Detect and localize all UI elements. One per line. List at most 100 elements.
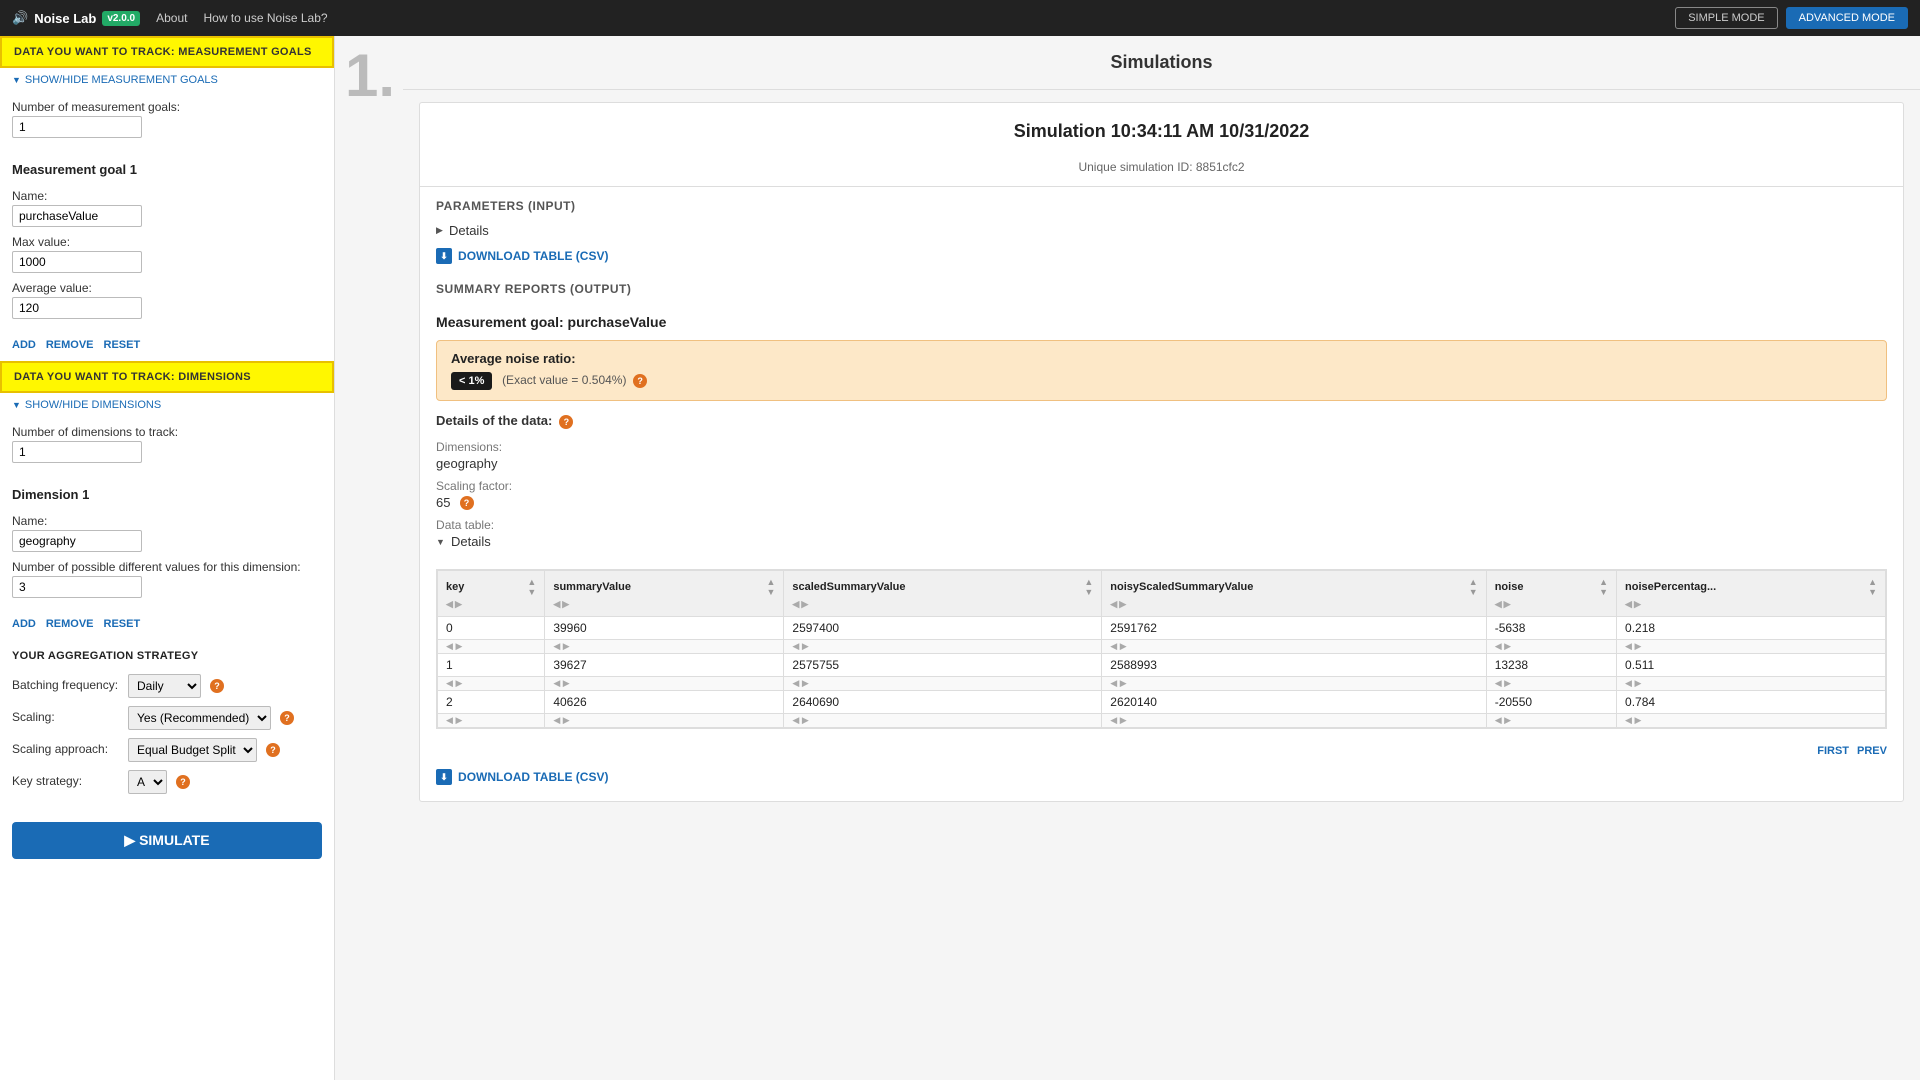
goal-avg-input[interactable] xyxy=(12,297,142,319)
dim1-form: Name: Number of possible different value… xyxy=(0,506,334,614)
data-table-toggle[interactable]: Details xyxy=(436,534,1887,549)
table-row: 03996025974002591762-56380.218 xyxy=(438,617,1886,640)
cell-summaryvalue: 39960 xyxy=(545,617,784,640)
simulate-button[interactable]: ▶ SIMULATE xyxy=(12,822,322,859)
simple-mode-btn[interactable]: SIMPLE MODE xyxy=(1675,7,1777,29)
simulations-title: Simulations xyxy=(403,36,1920,90)
cell-summaryvalue: 40626 xyxy=(545,691,784,714)
key-strategy-select[interactable]: ABC xyxy=(128,770,167,794)
scaling-factor-row: 65 ? xyxy=(436,495,1887,510)
dim-possible-input[interactable] xyxy=(12,576,142,598)
batching-help-icon[interactable]: ? xyxy=(210,679,224,693)
scaling-approach-label: Scaling approach: xyxy=(12,742,122,756)
scaling-row: Scaling: Yes (Recommended)No ? xyxy=(12,706,322,730)
dimensions-label: Dimensions: xyxy=(436,440,1887,454)
batching-row: Batching frequency: DailyWeeklyMonthly ? xyxy=(12,674,322,698)
first-btn[interactable]: FIRST xyxy=(1817,745,1849,757)
cell-noise: -20550 xyxy=(1486,691,1616,714)
dim-add-btn[interactable]: ADD xyxy=(12,618,36,630)
dim1-title: Dimension 1 xyxy=(0,479,334,506)
table-row: 24062626406902620140-205500.784 xyxy=(438,691,1886,714)
batching-label: Batching frequency: xyxy=(12,678,122,692)
brand-name: Noise Lab xyxy=(34,11,96,26)
dim-name-label: Name: xyxy=(12,514,322,528)
download-params-btn[interactable]: ⬇ DOWNLOAD TABLE (CSV) xyxy=(436,248,608,264)
mode-buttons: SIMPLE MODE ADVANCED MODE xyxy=(1675,7,1908,29)
goal-remove-btn[interactable]: REMOVE xyxy=(46,339,94,351)
noise-help-icon[interactable]: ? xyxy=(633,374,647,388)
noise-ratio-label: Average noise ratio: xyxy=(451,351,1872,366)
cell-key: 0 xyxy=(438,617,545,640)
dim-remove-btn[interactable]: REMOVE xyxy=(46,618,94,630)
brand-logo: 🔊 Noise Lab v2.0.0 xyxy=(12,10,140,26)
toggle-dimensions[interactable]: SHOW/HIDE DIMENSIONS xyxy=(0,393,334,417)
col-summaryvalue: summaryValue▲▼ ◀▶ xyxy=(545,571,784,617)
goal-max-label: Max value: xyxy=(12,235,322,249)
cell-noisepercentage: 0.511 xyxy=(1617,654,1886,677)
scaling-approach-select[interactable]: Equal Budget SplitCustom xyxy=(128,738,257,762)
cell-noisepercentage: 0.784 xyxy=(1617,691,1886,714)
col-key: key ▲▼ ◀▶ xyxy=(438,571,545,617)
dim-name-input[interactable] xyxy=(12,530,142,552)
table-row-arrows: ◀ ▶◀ ▶◀ ▶◀ ▶◀ ▶◀ ▶ xyxy=(438,714,1886,728)
noise-ratio-box: Average noise ratio: < 1% (Exact value =… xyxy=(436,340,1887,401)
dim-possible-values-row: Number of possible different values for … xyxy=(12,560,322,598)
measurement-goals-header: DATA YOU WANT TO TRACK: MEASUREMENT GOAL… xyxy=(0,36,334,68)
prev-btn[interactable]: PREV xyxy=(1857,745,1887,757)
scaling-label: Scaling: xyxy=(12,710,122,724)
cell-key: 2 xyxy=(438,691,545,714)
params-details-toggle[interactable]: Details xyxy=(420,219,1903,242)
toggle-measurement-goals[interactable]: SHOW/HIDE MEASUREMENT GOALS xyxy=(0,68,334,92)
goal-reset-btn[interactable]: RESET xyxy=(104,339,141,351)
measurement-goals-form: Number of measurement goals: xyxy=(0,92,334,154)
goal-add-btn[interactable]: ADD xyxy=(12,339,36,351)
scaling-factor-value: 65 xyxy=(436,495,450,510)
data-details-help-icon[interactable]: ? xyxy=(559,415,573,429)
dim-reset-btn[interactable]: RESET xyxy=(104,618,141,630)
goal-max-input[interactable] xyxy=(12,251,142,273)
goal1-title: Measurement goal 1 xyxy=(0,154,334,181)
cell-noisyscaledsummaryvalue: 2620140 xyxy=(1102,691,1486,714)
cell-noisepercentage: 0.218 xyxy=(1617,617,1886,640)
scaling-select[interactable]: Yes (Recommended)No xyxy=(128,706,271,730)
cell-scaledsummaryvalue: 2597400 xyxy=(784,617,1102,640)
num-dims-row: Number of dimensions to track: xyxy=(12,425,322,463)
key-strategy-label: Key strategy: xyxy=(12,774,122,788)
simulation-id: Unique simulation ID: 8851cfc2 xyxy=(420,160,1903,186)
num-dims-input[interactable] xyxy=(12,441,142,463)
table-row: 13962725757552588993132380.511 xyxy=(438,654,1886,677)
about-link[interactable]: About xyxy=(156,11,187,25)
top-navigation: 🔊 Noise Lab v2.0.0 About How to use Nois… xyxy=(0,0,1920,36)
data-table-label: Data table: xyxy=(436,518,1887,532)
dimensions-value: geography xyxy=(436,456,1887,471)
goal-name-row: Name: xyxy=(12,189,322,227)
params-label: PARAMETERS (INPUT) xyxy=(420,187,1903,219)
scaling-help-icon[interactable]: ? xyxy=(280,711,294,725)
noise-badge: < 1% xyxy=(451,372,492,390)
cell-summaryvalue: 39627 xyxy=(545,654,784,677)
batching-select[interactable]: DailyWeeklyMonthly xyxy=(128,674,201,698)
goal-name-label: Name: xyxy=(12,189,322,203)
summary-label: SUMMARY REPORTS (OUTPUT) xyxy=(420,270,1903,302)
cell-noisyscaledsummaryvalue: 2591762 xyxy=(1102,617,1486,640)
table-row-arrows: ◀ ▶◀ ▶◀ ▶◀ ▶◀ ▶◀ ▶ xyxy=(438,640,1886,654)
key-strategy-help-icon[interactable]: ? xyxy=(176,775,190,789)
how-to-link[interactable]: How to use Noise Lab? xyxy=(203,11,327,25)
col-noise: noise▲▼ ◀▶ xyxy=(1486,571,1616,617)
download-table-icon: ⬇ xyxy=(436,769,452,785)
download-table-btn[interactable]: ⬇ DOWNLOAD TABLE (CSV) xyxy=(436,769,608,785)
advanced-mode-btn[interactable]: ADVANCED MODE xyxy=(1786,7,1908,29)
noise-exact: (Exact value = 0.504%) xyxy=(502,373,626,387)
step1-number: 1. xyxy=(335,36,403,106)
goal1-form: Name: Max value: Average value: xyxy=(0,181,334,335)
scaling-approach-row: Scaling approach: Equal Budget SplitCust… xyxy=(12,738,322,762)
scaling-factor-help-icon[interactable]: ? xyxy=(460,496,474,510)
cell-scaledsummaryvalue: 2640690 xyxy=(784,691,1102,714)
logo-icon: 🔊 xyxy=(12,10,28,26)
cell-key: 1 xyxy=(438,654,545,677)
num-goals-input[interactable] xyxy=(12,116,142,138)
goal-name-input[interactable] xyxy=(12,205,142,227)
scaling-approach-help-icon[interactable]: ? xyxy=(266,743,280,757)
cell-noisyscaledsummaryvalue: 2588993 xyxy=(1102,654,1486,677)
aggregation-title: YOUR AGGREGATION STRATEGY xyxy=(0,642,334,666)
